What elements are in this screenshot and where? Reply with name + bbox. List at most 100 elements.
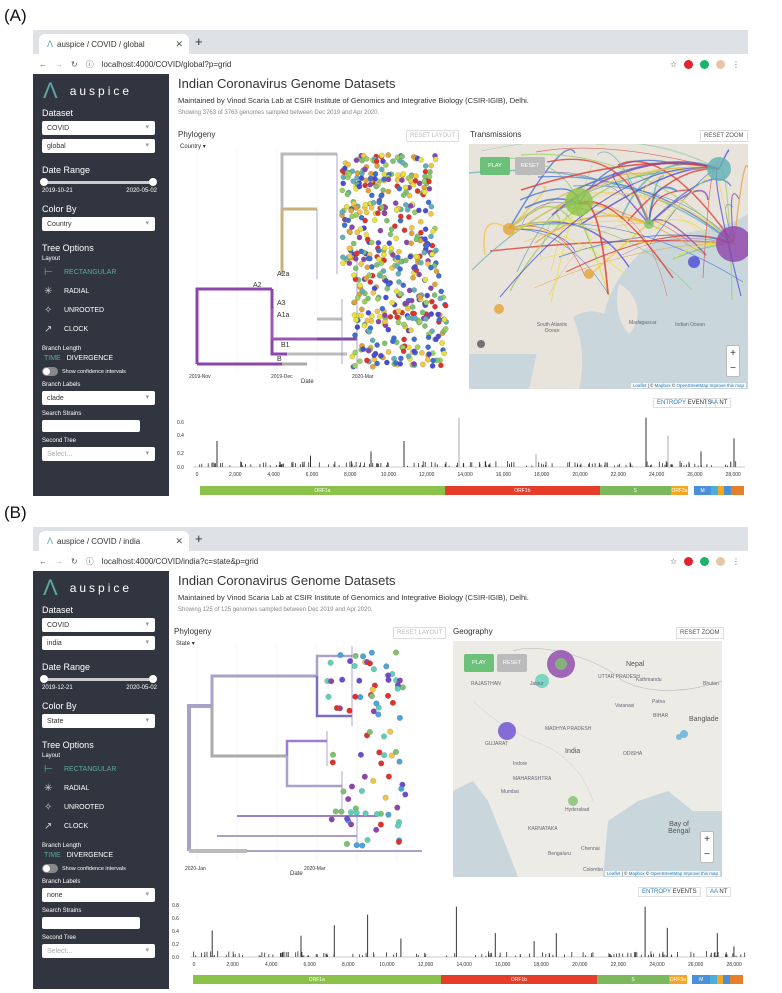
gene-n[interactable] (729, 975, 743, 984)
date-range-slider[interactable] (40, 675, 157, 683)
date-start-handle[interactable] (40, 178, 48, 186)
layout-rectangular[interactable]: ⊢ RECTANGULAR (44, 763, 169, 776)
mapbox-link[interactable]: Mapbox (655, 383, 671, 388)
dataset-select-2[interactable]: global (42, 139, 155, 153)
browser-tab[interactable]: Λ auspice / COVID / india ✕ (39, 531, 189, 551)
reset-zoom-button[interactable]: RESET ZOOM (676, 627, 724, 639)
gene-orf3a[interactable]: ORF3a (670, 486, 689, 495)
date-end-handle[interactable] (149, 178, 157, 186)
gene-orf1b[interactable]: ORF1b (444, 486, 600, 495)
confidence-toggle[interactable] (42, 864, 58, 873)
layout-clock[interactable]: ↗ CLOCK (44, 323, 169, 336)
forward-icon[interactable]: → (55, 60, 63, 69)
layout-radial[interactable]: ✳ RADIAL (44, 285, 169, 298)
extension-red-icon[interactable] (684, 59, 693, 69)
confidence-toggle[interactable] (42, 367, 58, 376)
mapbox-link[interactable]: Mapbox (629, 871, 645, 876)
star-icon[interactable]: ☆ (670, 557, 677, 566)
search-strains-input[interactable] (42, 420, 140, 432)
dataset-select-1[interactable]: COVID (42, 121, 155, 135)
layout-radial[interactable]: ✳ RADIAL (44, 782, 169, 795)
second-tree-select[interactable]: Select... (42, 447, 155, 461)
back-icon[interactable]: ← (39, 60, 47, 69)
dataset-select-2[interactable]: india (42, 636, 155, 650)
date-range-slider[interactable] (40, 178, 157, 186)
events-button[interactable]: EVENTS (673, 889, 697, 895)
url-field[interactable]: localhost:4000/COVID/india?c=state&p=gri… (102, 557, 259, 566)
gene-orf3a[interactable]: ORF3a (668, 975, 687, 984)
new-tab-icon[interactable]: + (195, 34, 203, 49)
search-strains-input[interactable] (42, 917, 140, 929)
layout-unrooted[interactable]: ✧ UNROOTED (44, 801, 169, 814)
gene-orf8[interactable] (723, 975, 730, 984)
gene-n[interactable] (730, 486, 744, 495)
extension-green-icon[interactable] (700, 556, 709, 566)
gene-orf1b[interactable]: ORF1b (440, 975, 598, 984)
extension-red-icon[interactable] (684, 556, 693, 566)
aa-button[interactable]: AA (710, 889, 718, 895)
gene-m[interactable]: M (693, 486, 712, 495)
second-tree-select[interactable]: Select... (42, 944, 155, 958)
gene-orf1a[interactable]: ORF1a (193, 975, 441, 984)
reload-icon[interactable]: ↻ (71, 60, 78, 69)
color-by-select[interactable]: Country (42, 217, 155, 231)
reset-layout-button[interactable]: RESET LAYOUT (406, 130, 460, 142)
url-field[interactable]: localhost:4000/COVID/global?p=grid (102, 60, 232, 69)
gene-m[interactable]: M (692, 975, 710, 984)
leaflet-link[interactable]: Leaflet (633, 383, 647, 388)
forward-icon[interactable]: → (55, 557, 63, 566)
nt-button[interactable]: NT (719, 400, 727, 406)
gene-orf6[interactable] (709, 975, 717, 984)
zoom-out-icon[interactable]: − (704, 849, 710, 860)
improve-map-link[interactable]: Improve this map (683, 871, 718, 876)
reset-zoom-button[interactable]: RESET ZOOM (700, 130, 748, 142)
menu-dots-icon[interactable]: ⋮ (732, 557, 740, 566)
close-tab-icon[interactable]: ✕ (175, 536, 183, 547)
gene-s[interactable]: S (599, 486, 671, 495)
entropy-button[interactable]: ENTROPY (657, 400, 686, 406)
zoom-in-icon[interactable]: + (730, 348, 736, 359)
menu-dots-icon[interactable]: ⋮ (732, 60, 740, 69)
nt-button[interactable]: NT (719, 889, 727, 895)
date-start-handle[interactable] (40, 675, 48, 683)
geography-map[interactable]: PLAY RESET Nepal India Banglade Bay of B… (453, 641, 722, 877)
play-button[interactable]: PLAY (464, 654, 494, 672)
branch-labels-select[interactable]: none (42, 888, 155, 902)
improve-map-link[interactable]: Improve this map (709, 383, 744, 388)
branch-length-time[interactable]: TIME (44, 852, 61, 859)
date-end-handle[interactable] (149, 675, 157, 683)
osm-link[interactable]: OpenStreetMap (650, 871, 682, 876)
color-by-select[interactable]: State (42, 714, 155, 728)
profile-avatar-icon[interactable] (716, 556, 725, 566)
back-icon[interactable]: ← (39, 557, 47, 566)
reset-button[interactable]: RESET (515, 157, 545, 175)
layout-unrooted[interactable]: ✧ UNROOTED (44, 304, 169, 317)
entropy-button[interactable]: ENTROPY (642, 889, 671, 895)
reload-icon[interactable]: ↻ (71, 557, 78, 566)
branch-length-divergence[interactable]: DIVERGENCE (67, 852, 113, 859)
transmissions-map[interactable]: PLAY RESET South Atlantic Ocean Indian O… (469, 144, 748, 389)
gene-s[interactable]: S (597, 975, 669, 984)
gene-orf7[interactable] (716, 975, 724, 984)
close-tab-icon[interactable]: ✕ (175, 39, 183, 50)
layout-rectangular[interactable]: ⊢ RECTANGULAR (44, 266, 169, 279)
reset-button[interactable]: RESET (497, 654, 527, 672)
zoom-in-icon[interactable]: + (704, 834, 710, 845)
gene-orf1a[interactable]: ORF1a (200, 486, 445, 495)
dataset-select-1[interactable]: COVID (42, 618, 155, 632)
star-icon[interactable]: ☆ (670, 60, 677, 69)
branch-length-time[interactable]: TIME (44, 355, 61, 362)
extension-green-icon[interactable] (700, 59, 709, 69)
leaflet-link[interactable]: Leaflet (607, 871, 621, 876)
play-button[interactable]: PLAY (480, 157, 510, 175)
layout-clock[interactable]: ↗ CLOCK (44, 820, 169, 833)
aa-button[interactable]: AA (710, 400, 718, 406)
osm-link[interactable]: OpenStreetMap (676, 383, 708, 388)
reset-layout-button[interactable]: RESET LAYOUT (393, 627, 447, 639)
new-tab-icon[interactable]: + (195, 531, 203, 546)
browser-tab[interactable]: Λ auspice / COVID / global ✕ (39, 34, 189, 54)
branch-labels-select[interactable]: clade (42, 391, 155, 405)
zoom-out-icon[interactable]: − (730, 363, 736, 374)
branch-length-divergence[interactable]: DIVERGENCE (67, 355, 113, 362)
profile-avatar-icon[interactable] (716, 59, 725, 69)
